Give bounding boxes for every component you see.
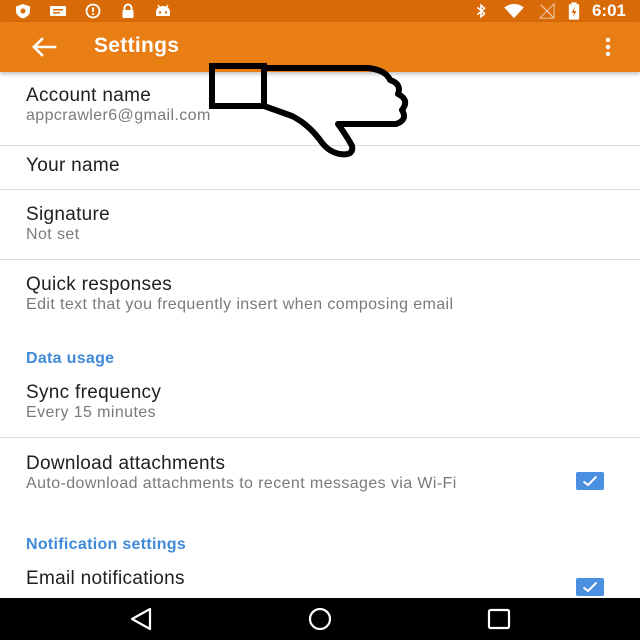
alert-circle-icon [85,3,101,19]
recents-square-icon[interactable] [486,607,512,631]
signal-icon [538,3,555,19]
lock-icon [122,3,134,18]
arrow-left-icon[interactable] [30,35,58,59]
bluetooth-icon [476,3,486,19]
email-notifications-label: Email notifications [26,568,185,589]
navigation-bar [0,598,640,640]
wifi-icon [504,3,524,19]
check-icon [582,581,598,593]
sync-frequency-item[interactable]: Sync frequency Every 15 minutes [0,376,640,438]
download-attachments-item[interactable]: Download attachments Auto-download attac… [0,438,640,536]
battery-icon [568,2,580,20]
message-icon [50,6,66,16]
email-notifications-checkbox[interactable] [576,578,604,596]
android-icon [156,4,170,16]
thumbs-down-icon [209,63,409,158]
signature-item[interactable]: Signature Not set [0,190,640,260]
signature-value: Not set [26,226,80,243]
quick-responses-item[interactable]: Quick responses Edit text that you frequ… [0,260,640,350]
notification-settings-header: Notification settings [26,536,187,553]
download-attachments-value: Auto-download attachments to recent mess… [26,475,457,492]
back-triangle-icon[interactable] [128,607,154,631]
check-icon [582,475,598,487]
data-usage-header: Data usage [26,350,115,367]
quick-responses-label: Quick responses [26,274,173,295]
status-time: 6:01 [591,1,626,20]
page-title: Settings [94,34,180,57]
download-attachments-label: Download attachments [26,453,226,474]
download-attachments-checkbox[interactable] [576,472,604,490]
sync-frequency-value: Every 15 minutes [26,404,157,421]
quick-responses-value: Edit text that you frequently insert whe… [26,296,454,313]
signature-label: Signature [26,204,111,225]
email-notifications-item[interactable]: Email notifications [0,562,640,598]
home-circle-icon[interactable] [306,607,334,631]
more-vert-icon[interactable] [600,35,616,59]
status-bar: 6:01 [0,0,640,22]
sync-frequency-label: Sync frequency [26,382,162,403]
shield-icon [16,4,30,19]
